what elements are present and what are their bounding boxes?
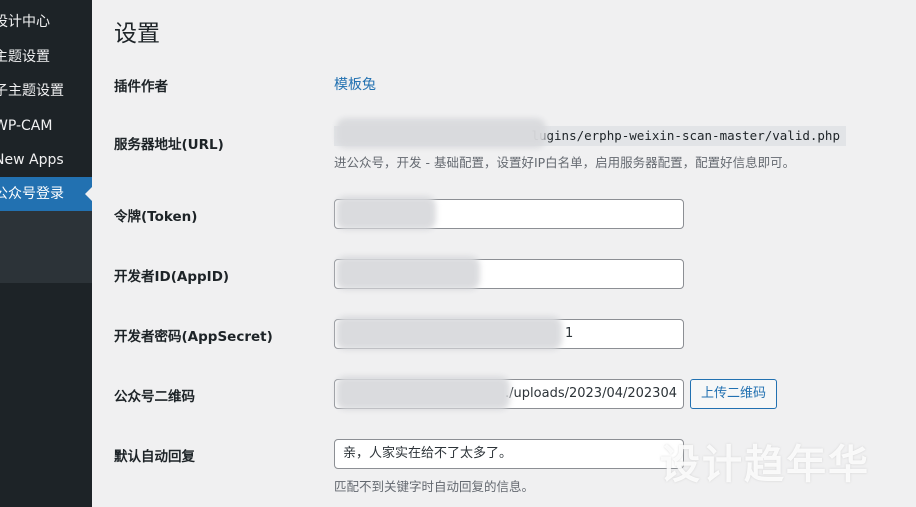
auto-reply-label: 默认自动回复	[114, 449, 195, 465]
sidebar-item-child-theme-settings[interactable]: 子主题设置	[0, 74, 92, 108]
author-link[interactable]: 模板兔	[334, 74, 376, 94]
active-arrow-icon	[85, 186, 92, 202]
appsecret-label: 开发者密码(AppSecret)	[114, 329, 273, 345]
admin-sidebar: 设计中心 主题设置 子主题设置 WP-CAM New Apps 公众号登录	[0, 0, 92, 507]
settings-page: 设置 插件作者 模板兔 服务器地址(URL) lugins/erphp-weix…	[92, 0, 916, 507]
redaction-blur	[336, 376, 510, 410]
sidebar-item-label: 主题设置	[0, 49, 50, 65]
sidebar-item-label: New Apps	[0, 152, 64, 168]
sidebar-submenu	[0, 211, 92, 283]
sidebar-item-wechat-login[interactable]: 公众号登录	[0, 177, 92, 211]
sidebar-item-label: 公众号登录	[0, 186, 64, 202]
author-label: 插件作者	[114, 79, 168, 95]
server-url-label: 服务器地址(URL)	[114, 137, 224, 153]
sidebar-item-design-center[interactable]: 设计中心	[0, 5, 92, 39]
sidebar-item-label: WP-CAM	[0, 118, 53, 134]
sidebar-item-label: 设计中心	[0, 14, 50, 30]
auto-reply-input[interactable]: 亲，人家实在给不了太多了。	[334, 439, 684, 469]
server-url-description: 进公众号，开发 - 基础配置，设置好IP白名单，启用服务器配置，配置好信息即可。	[334, 155, 796, 170]
redaction-blur	[336, 196, 436, 230]
token-label: 令牌(Token)	[114, 209, 198, 225]
auto-reply-description: 匹配不到关键字时自动回复的信息。	[334, 479, 535, 494]
sidebar-item-label: 子主题设置	[0, 83, 64, 99]
sidebar-item-wp-cam[interactable]: WP-CAM	[0, 109, 92, 143]
redaction-blur	[336, 118, 546, 148]
redaction-blur	[336, 256, 480, 290]
watermark-text: 设计趋年华	[660, 442, 870, 488]
sidebar-item-new-apps[interactable]: New Apps	[0, 143, 92, 177]
appid-label: 开发者ID(AppID)	[114, 269, 230, 285]
redaction-blur	[336, 316, 562, 350]
page-title: 设置	[114, 21, 160, 47]
upload-qrcode-button[interactable]: 上传二维码	[690, 379, 778, 409]
sidebar-item-theme-settings[interactable]: 主题设置	[0, 40, 92, 74]
qrcode-label: 公众号二维码	[114, 389, 195, 405]
